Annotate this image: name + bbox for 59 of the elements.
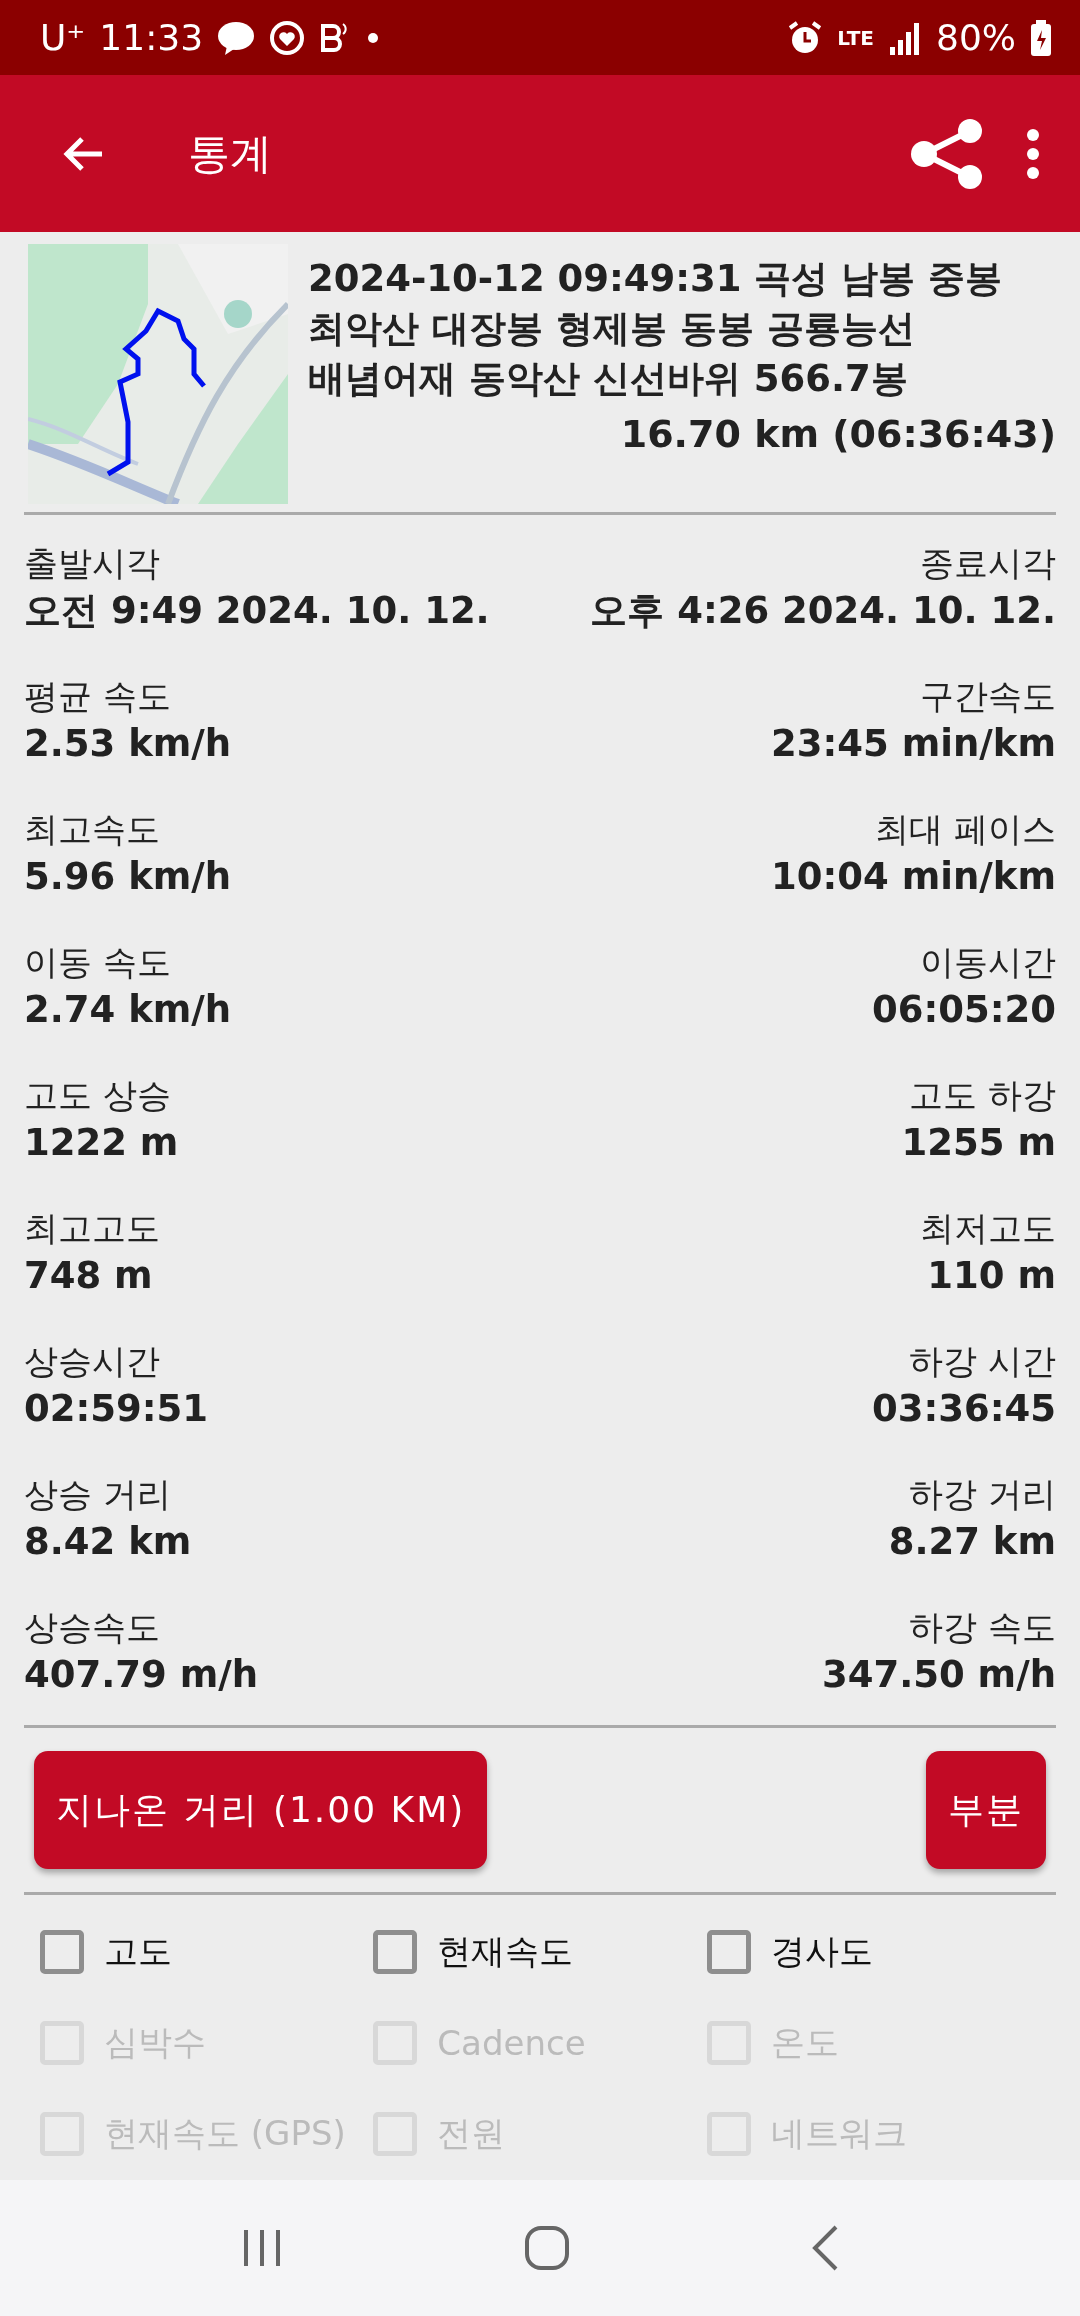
network-type: LTE [837, 27, 874, 48]
stat-value: 110 m [927, 1252, 1056, 1299]
home-icon[interactable] [524, 2225, 570, 2271]
stat-value: 2.53 km/h [24, 720, 232, 767]
distance-button[interactable]: 지나온 거리 (1.00 KM) [34, 1751, 488, 1869]
stat-value: 1255 m [901, 1119, 1056, 1166]
stat-label: 하강 거리 [909, 1472, 1056, 1516]
stat-label: 이동 속도 [24, 940, 171, 984]
stat-label: 구간속도 [920, 674, 1056, 718]
activity-title: 2024-10-12 09:49:31 곡성 남봉 중봉 최악산 대장봉 형제봉 동봉 공룡능선 배념어재 동악산 신선바위 566.7봉 [308, 256, 1004, 402]
stat-label: 최저고도 [920, 1206, 1056, 1250]
distance-duration: 16.70 km (06:36:43) [619, 412, 1056, 456]
stat-value: 10:04 min/km [771, 853, 1056, 900]
stat-value: 2.74 km/h [24, 986, 232, 1033]
stat-value: 407.79 m/h [24, 1651, 259, 1698]
stat-value: 오전 9:49 2024. 10. 12. [24, 587, 490, 634]
stat-label: 출발시각 [24, 541, 160, 585]
stat-value: 02:59:51 [24, 1385, 209, 1432]
battery-icon [1030, 19, 1052, 56]
stat-value: 03:36:45 [871, 1385, 1056, 1432]
stat-label: 최고속도 [24, 807, 160, 851]
checkbox[interactable] [373, 1930, 418, 1974]
signal-icon [888, 20, 922, 55]
checkbox-label: 고도 [104, 1930, 172, 1973]
more-icon [1026, 128, 1040, 179]
stat-value: 8.42 km [24, 1518, 192, 1565]
stat-value: 1222 m [24, 1119, 179, 1166]
checkbox[interactable] [40, 1930, 84, 1974]
stat-label: 종료시각 [920, 541, 1056, 585]
stat-label: 고도 하강 [909, 1073, 1056, 1117]
stat-label: 평균 속도 [24, 674, 171, 718]
stat-value: 748 m [24, 1252, 153, 1299]
stat-label: 최대 페이스 [875, 807, 1056, 851]
stat-label: 이동시간 [920, 940, 1056, 984]
stat-value: 23:45 min/km [771, 720, 1056, 767]
back-icon[interactable] [810, 2224, 840, 2272]
checkbox[interactable] [706, 1930, 751, 1974]
stat-label: 고도 상승 [24, 1073, 171, 1117]
stat-label: 하강 속도 [909, 1605, 1056, 1649]
stat-label: 상승 거리 [24, 1472, 171, 1516]
segment-button[interactable]: 부분 [926, 1751, 1046, 1869]
stat-label: 최고고도 [24, 1206, 160, 1250]
dot-icon [367, 31, 380, 44]
battery-percent: 80% [936, 17, 1016, 58]
checkbox-label: 경사도 [770, 1930, 873, 1973]
chat-icon [217, 19, 256, 56]
stat-value: 06:05:20 [871, 986, 1056, 1033]
stat-value: 347.50 m/h [821, 1651, 1056, 1698]
stat-value: 5.96 km/h [24, 853, 232, 900]
clock: 11:33 [99, 17, 204, 58]
alarm-icon [787, 19, 824, 56]
stat-label: 상승시간 [24, 1339, 160, 1383]
stat-value: 8.27 km [888, 1518, 1056, 1565]
screen-title: 통계 [188, 127, 273, 180]
carrier: U⁺ [40, 17, 86, 58]
stat-label: 상승속도 [24, 1605, 160, 1649]
checkbox-label: 현재속도 [437, 1930, 574, 1973]
stat-value: 오후 4:26 2024. 10. 12. [590, 587, 1056, 634]
stat-label: 하강 시간 [909, 1339, 1056, 1383]
